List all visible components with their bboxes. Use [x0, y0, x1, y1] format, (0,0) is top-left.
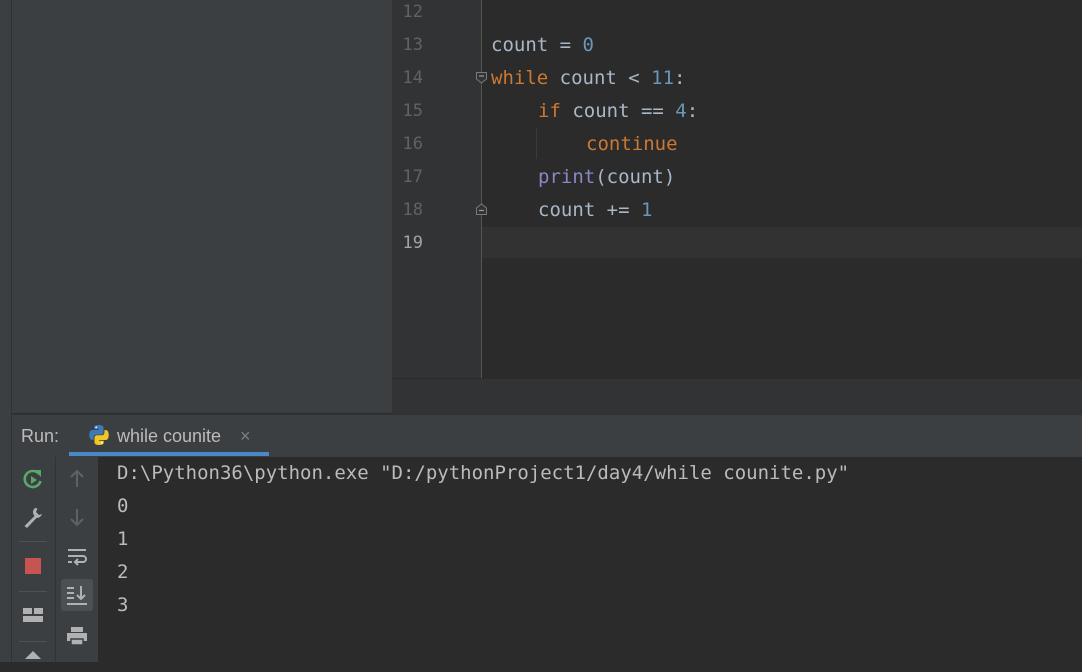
fold-open-icon[interactable]	[475, 71, 488, 84]
project-panel[interactable]	[12, 0, 392, 413]
code-number: 11	[651, 67, 675, 89]
toolbar-separator	[19, 641, 47, 642]
code-token: count <	[548, 67, 652, 89]
code-number: 1	[640, 199, 653, 221]
toolbar-separator	[19, 541, 47, 542]
console-output-line: 2	[117, 561, 129, 583]
run-label: Run:	[21, 426, 60, 446]
current-line-highlight	[482, 227, 1082, 258]
code-line-16: continue	[586, 128, 678, 161]
stop-icon[interactable]	[21, 554, 45, 578]
fold-end-icon[interactable]	[475, 203, 488, 216]
code-token: (count)	[595, 166, 676, 188]
arrow-down-icon[interactable]	[65, 505, 89, 529]
line-number: 16	[402, 134, 423, 154]
arrow-up-icon[interactable]	[65, 467, 89, 491]
active-tab-indicator	[69, 452, 269, 456]
close-icon[interactable]: ×	[240, 426, 251, 447]
console-output-line: 3	[117, 594, 129, 616]
scroll-to-end-icon[interactable]	[65, 583, 89, 607]
layout-icon[interactable]	[21, 603, 45, 627]
left-tool-strip	[0, 0, 12, 662]
code-token: count	[491, 34, 549, 56]
code-number: 4	[675, 100, 687, 122]
code-token: :	[686, 100, 699, 122]
print-icon[interactable]	[65, 624, 89, 648]
code-keyword: continue	[586, 133, 678, 155]
code-line-15: if count == 4:	[538, 95, 698, 128]
code-line-13: count = 0	[491, 29, 594, 62]
console-command-line: D:\Python36\python.exe "D:/pythonProject…	[117, 462, 850, 484]
console-output-line: 1	[117, 528, 129, 550]
line-number: 13	[402, 35, 423, 55]
code-number: 0	[582, 34, 594, 56]
code-keyword: while	[491, 67, 549, 89]
line-number: 14	[402, 68, 423, 88]
code-line-14: while count < 11:	[491, 62, 686, 95]
wrench-icon[interactable]	[21, 505, 45, 529]
code-keyword: if	[538, 100, 561, 122]
code-line-17: print(count)	[538, 161, 675, 194]
line-number: 12	[402, 2, 423, 22]
code-token: count +=	[538, 199, 641, 221]
code-token: count ==	[560, 100, 676, 122]
console-output-line: 0	[117, 495, 129, 517]
line-number: 17	[402, 167, 423, 187]
line-number: 15	[402, 101, 423, 121]
line-number-active: 19	[402, 233, 423, 253]
toolbar-separator	[19, 591, 47, 592]
pin-icon[interactable]	[21, 648, 45, 672]
run-tab-label: while counite	[117, 426, 222, 446]
indent-guide	[536, 128, 537, 159]
line-number: 18	[402, 200, 423, 220]
soft-wrap-icon[interactable]	[65, 545, 89, 569]
code-builtin: print	[538, 166, 596, 188]
code-line-18: count += 1	[538, 194, 652, 227]
code-token: =	[548, 34, 583, 56]
code-token: :	[674, 67, 686, 89]
editor-horizontal-scroll-area	[392, 378, 1082, 414]
gutter-divider	[481, 0, 482, 378]
python-icon	[88, 424, 110, 446]
rerun-icon[interactable]	[21, 467, 45, 491]
